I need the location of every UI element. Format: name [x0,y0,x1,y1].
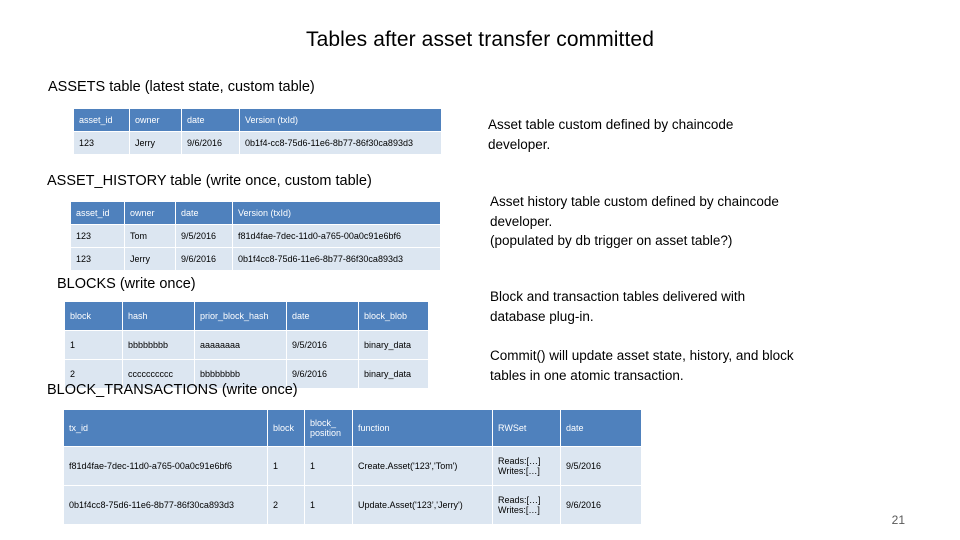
table-header-row: tx_id block block_ position function RWS… [63,409,642,447]
page-title: Tables after asset transfer committed [305,28,654,51]
column-header: date [286,301,359,331]
table-cell: binary_data [358,359,429,389]
asset-history-table: asset_id owner date Version (txId) 123 T… [70,201,441,271]
column-header: tx_id [63,409,268,447]
table-cell: 0b1f4cc8-75d6-11e6-8b77-86f30ca893d3 [232,247,441,271]
column-header: block_ position [304,409,353,447]
column-header: prior_block_hash [194,301,287,331]
table-cell: 0b1f4cc8-75d6-11e6-8b77-86f30ca893d3 [63,485,268,525]
column-header: function [352,409,493,447]
slide: Tables after asset transfer committed AS… [0,0,960,540]
table-cell: Reads:[…] Writes:[…] [492,446,561,486]
table-cell: 123 [70,247,125,271]
table-cell: Jerry [129,131,182,155]
table-row: f81d4fae-7dec-11d0-a765-00a0c91e6bf6 1 1… [63,446,642,486]
table-row: 1 bbbbbbbb aaaaaaaa 9/5/2016 binary_data [64,330,429,360]
table-cell: 0b1f4-cc8-75d6-11e6-8b77-86f30ca893d3 [239,131,442,155]
column-header: Version (txId) [239,108,442,132]
table-cell: 9/5/2016 [175,224,233,248]
table-cell: f81d4fae-7dec-11d0-a765-00a0c91e6bf6 [63,446,268,486]
blocks-table-label: BLOCKS (write once) [57,276,196,292]
column-header: RWSet [492,409,561,447]
block-transactions-table: tx_id block block_ position function RWS… [63,409,642,525]
column-header: date [560,409,642,447]
asset-history-caption: Asset history table custom defined by ch… [490,194,779,249]
table-cell: 9/6/2016 [175,247,233,271]
column-header: asset_id [73,108,130,132]
table-header-row: block hash prior_block_hash date block_b… [64,301,429,331]
column-header: block [267,409,305,447]
table-row: 123 Jerry 9/6/2016 0b1f4cc8-75d6-11e6-8b… [70,247,441,271]
table-cell: 1 [267,446,305,486]
commit-caption: Commit() will update asset state, histor… [490,348,794,383]
column-header: date [181,108,240,132]
assets-caption: Asset table custom defined by chaincode … [488,117,734,152]
block-transactions-table-label: BLOCK_TRANSACTIONS (write once) [47,382,298,398]
table-cell: 9/5/2016 [286,330,359,360]
table-cell: 1 [64,330,123,360]
table-header-row: asset_id owner date Version (txId) [70,201,441,225]
table-cell: Reads:[…] Writes:[…] [492,485,561,525]
table-cell: Tom [124,224,176,248]
asset-history-table-label: ASSET_HISTORY table (write once, custom … [47,173,372,189]
table-cell: 123 [73,131,130,155]
table-cell: 2 [267,485,305,525]
table-cell: 9/5/2016 [560,446,642,486]
column-header: owner [129,108,182,132]
blocks-table: block hash prior_block_hash date block_b… [64,301,429,389]
table-cell: binary_data [358,330,429,360]
table-cell: 1 [304,446,353,486]
table-cell: aaaaaaaa [194,330,287,360]
blocks-caption: Block and transaction tables delivered w… [490,289,746,324]
table-cell: Jerry [124,247,176,271]
table-cell: f81d4fae-7dec-11d0-a765-00a0c91e6bf6 [232,224,441,248]
table-row: 0b1f4cc8-75d6-11e6-8b77-86f30ca893d3 2 1… [63,485,642,525]
page-number: 21 [891,513,905,527]
column-header: date [175,201,233,225]
table-row: 123 Tom 9/5/2016 f81d4fae-7dec-11d0-a765… [70,224,441,248]
table-cell: 1 [304,485,353,525]
table-row: 123 Jerry 9/6/2016 0b1f4-cc8-75d6-11e6-8… [73,131,442,155]
assets-table: asset_id owner date Version (txId) 123 J… [73,108,442,155]
column-header: block [64,301,123,331]
column-header: owner [124,201,176,225]
table-cell: 9/6/2016 [560,485,642,525]
table-cell: Update.Asset('123’,'Jerry') [352,485,493,525]
column-header: block_blob [358,301,429,331]
table-cell: 123 [70,224,125,248]
table-cell: 9/6/2016 [181,131,240,155]
column-header: asset_id [70,201,125,225]
table-cell: Create.Asset('123','Tom') [352,446,493,486]
column-header: Version (txId) [232,201,441,225]
column-header: hash [122,301,195,331]
table-header-row: asset_id owner date Version (txId) [73,108,442,132]
assets-table-label: ASSETS table (latest state, custom table… [48,79,315,95]
table-cell: bbbbbbbb [122,330,195,360]
